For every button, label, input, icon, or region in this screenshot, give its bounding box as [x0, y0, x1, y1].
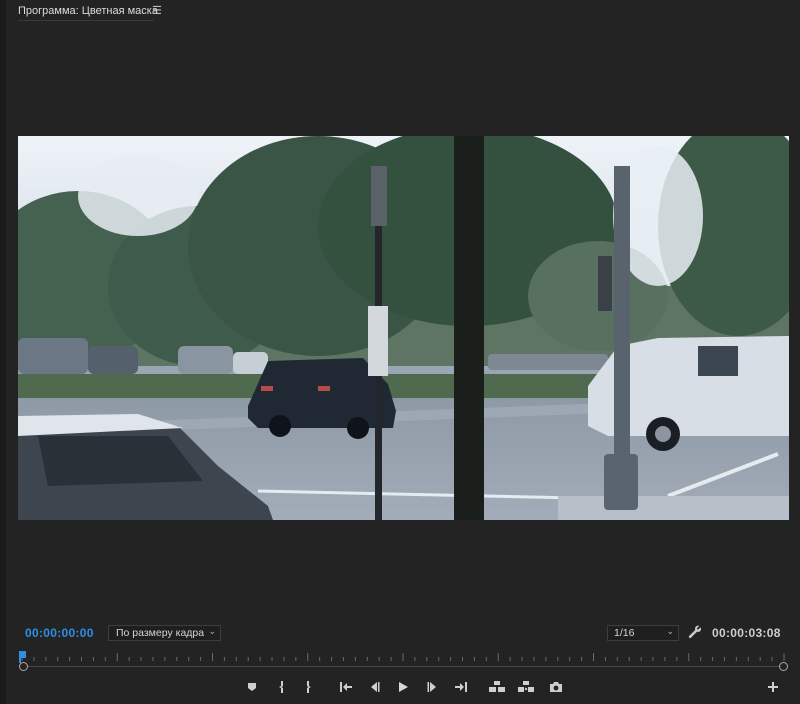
- playback-resolution-value: 1/16: [614, 627, 635, 639]
- in-point-handle[interactable]: [19, 662, 28, 671]
- panel-title[interactable]: Программа: Цветная маска: [18, 5, 158, 17]
- export-frame-icon[interactable]: [548, 679, 564, 695]
- ruler-ticks: [21, 653, 785, 661]
- out-point-handle[interactable]: [779, 662, 788, 671]
- hamburger-menu-icon[interactable]: ☰: [152, 4, 162, 17]
- time-ruler[interactable]: [18, 650, 789, 674]
- step-back-icon[interactable]: [366, 679, 382, 695]
- chevron-down-icon: ⌄: [208, 626, 216, 636]
- go-to-in-icon[interactable]: [338, 679, 354, 695]
- panel-tab-bar: Программа: Цветная маска ☰: [6, 0, 800, 22]
- chevron-down-icon: ⌄: [666, 626, 674, 636]
- step-forward-icon[interactable]: [425, 679, 441, 695]
- tab-underline: [18, 20, 154, 21]
- wrench-icon[interactable]: [688, 625, 702, 639]
- video-preview: [18, 136, 789, 520]
- zoom-fit-value: По размеру кадра: [116, 627, 205, 639]
- video-frame-image: [18, 136, 789, 520]
- playback-resolution-dropdown[interactable]: 1/16 ⌄: [607, 625, 679, 641]
- play-icon[interactable]: [395, 679, 411, 695]
- duration-timecode: 00:00:03:08: [712, 626, 781, 640]
- lift-icon[interactable]: [489, 679, 505, 695]
- playhead-handle[interactable]: [19, 651, 26, 658]
- button-editor-plus-icon[interactable]: [766, 680, 780, 694]
- add-marker-icon[interactable]: [244, 679, 260, 695]
- mark-out-icon[interactable]: [300, 679, 316, 695]
- extract-icon[interactable]: [518, 679, 534, 695]
- in-out-track[interactable]: [27, 666, 779, 667]
- mark-in-icon[interactable]: [274, 679, 290, 695]
- zoom-fit-dropdown[interactable]: По размеру кадра ⌄: [108, 625, 221, 641]
- current-timecode[interactable]: 00:00:00:00: [25, 626, 94, 640]
- go-to-out-icon[interactable]: [453, 679, 469, 695]
